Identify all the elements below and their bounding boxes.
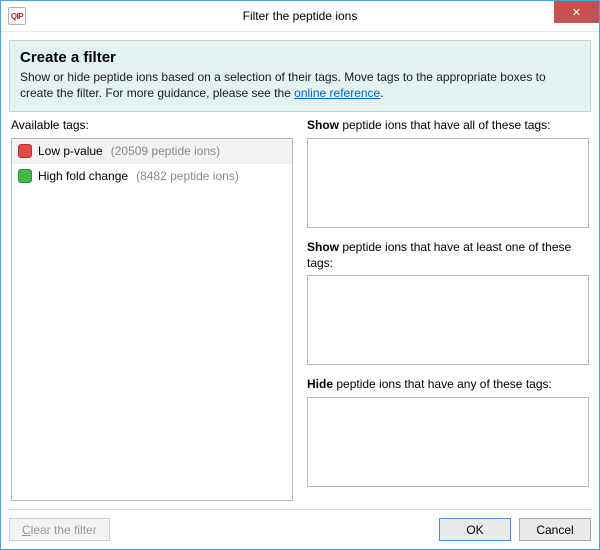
filter-boxes-column: Show peptide ions that have all of these… <box>307 118 589 501</box>
dialog-window: QIP Filter the peptide ions ✕ Create a f… <box>0 0 600 550</box>
close-button[interactable]: ✕ <box>554 1 599 23</box>
instruction-text: Show or hide peptide ions based on a sel… <box>20 69 580 101</box>
available-tags-heading: Available tags: <box>11 118 293 134</box>
window-title: Filter the peptide ions <box>1 9 599 23</box>
show-all-tags-box[interactable] <box>307 138 589 228</box>
show-any-heading-bold: Show <box>307 240 339 254</box>
instruction-text-part2: . <box>380 86 383 100</box>
tag-name-label: Low p-value <box>38 144 103 158</box>
tag-item[interactable]: High fold change (8482 peptide ions) <box>12 164 292 188</box>
show-any-heading-rest: peptide ions that have at least one of t… <box>307 240 571 270</box>
window-controls: ✕ <box>554 1 599 31</box>
titlebar: QIP Filter the peptide ions ✕ <box>1 1 599 32</box>
show-all-heading: Show peptide ions that have all of these… <box>307 118 589 134</box>
online-reference-link[interactable]: online reference <box>294 86 380 100</box>
tag-color-swatch <box>18 169 32 183</box>
hide-tags-box[interactable] <box>307 397 589 487</box>
show-any-heading: Show peptide ions that have at least one… <box>307 240 589 271</box>
instruction-title: Create a filter <box>20 49 580 66</box>
clear-filter-rest: lear the filter <box>31 523 97 537</box>
show-all-heading-bold: Show <box>307 118 339 132</box>
available-tags-column: Available tags: Low p-value (20509 peptid… <box>11 118 293 501</box>
clear-filter-accessor: C <box>22 523 31 537</box>
tag-name-label: High fold change <box>38 169 128 183</box>
tag-color-swatch <box>18 144 32 158</box>
hide-heading: Hide peptide ions that have any of these… <box>307 377 589 393</box>
instruction-panel: Create a filter Show or hide peptide ion… <box>9 40 591 112</box>
hide-heading-bold: Hide <box>307 377 333 391</box>
clear-filter-button[interactable]: Clear the filter <box>9 518 110 541</box>
app-icon: QIP <box>8 7 26 25</box>
tag-item[interactable]: Low p-value (20509 peptide ions) <box>12 139 292 164</box>
hide-heading-rest: peptide ions that have any of these tags… <box>333 377 552 391</box>
tag-count-label: (8482 peptide ions) <box>136 169 239 183</box>
ok-button[interactable]: OK <box>439 518 511 541</box>
available-tags-list[interactable]: Low p-value (20509 peptide ions) High fold… <box>11 138 293 501</box>
cancel-button[interactable]: Cancel <box>519 518 591 541</box>
instruction-text-part1: Show or hide peptide ions based on a sel… <box>20 70 546 100</box>
content-area: Available tags: Low p-value (20509 peptid… <box>1 118 599 501</box>
dialog-footer: Clear the filter OK Cancel <box>9 509 591 541</box>
show-any-tags-box[interactable] <box>307 275 589 365</box>
show-all-heading-rest: peptide ions that have all of these tags… <box>339 118 550 132</box>
tag-count-label: (20509 peptide ions) <box>111 144 220 158</box>
